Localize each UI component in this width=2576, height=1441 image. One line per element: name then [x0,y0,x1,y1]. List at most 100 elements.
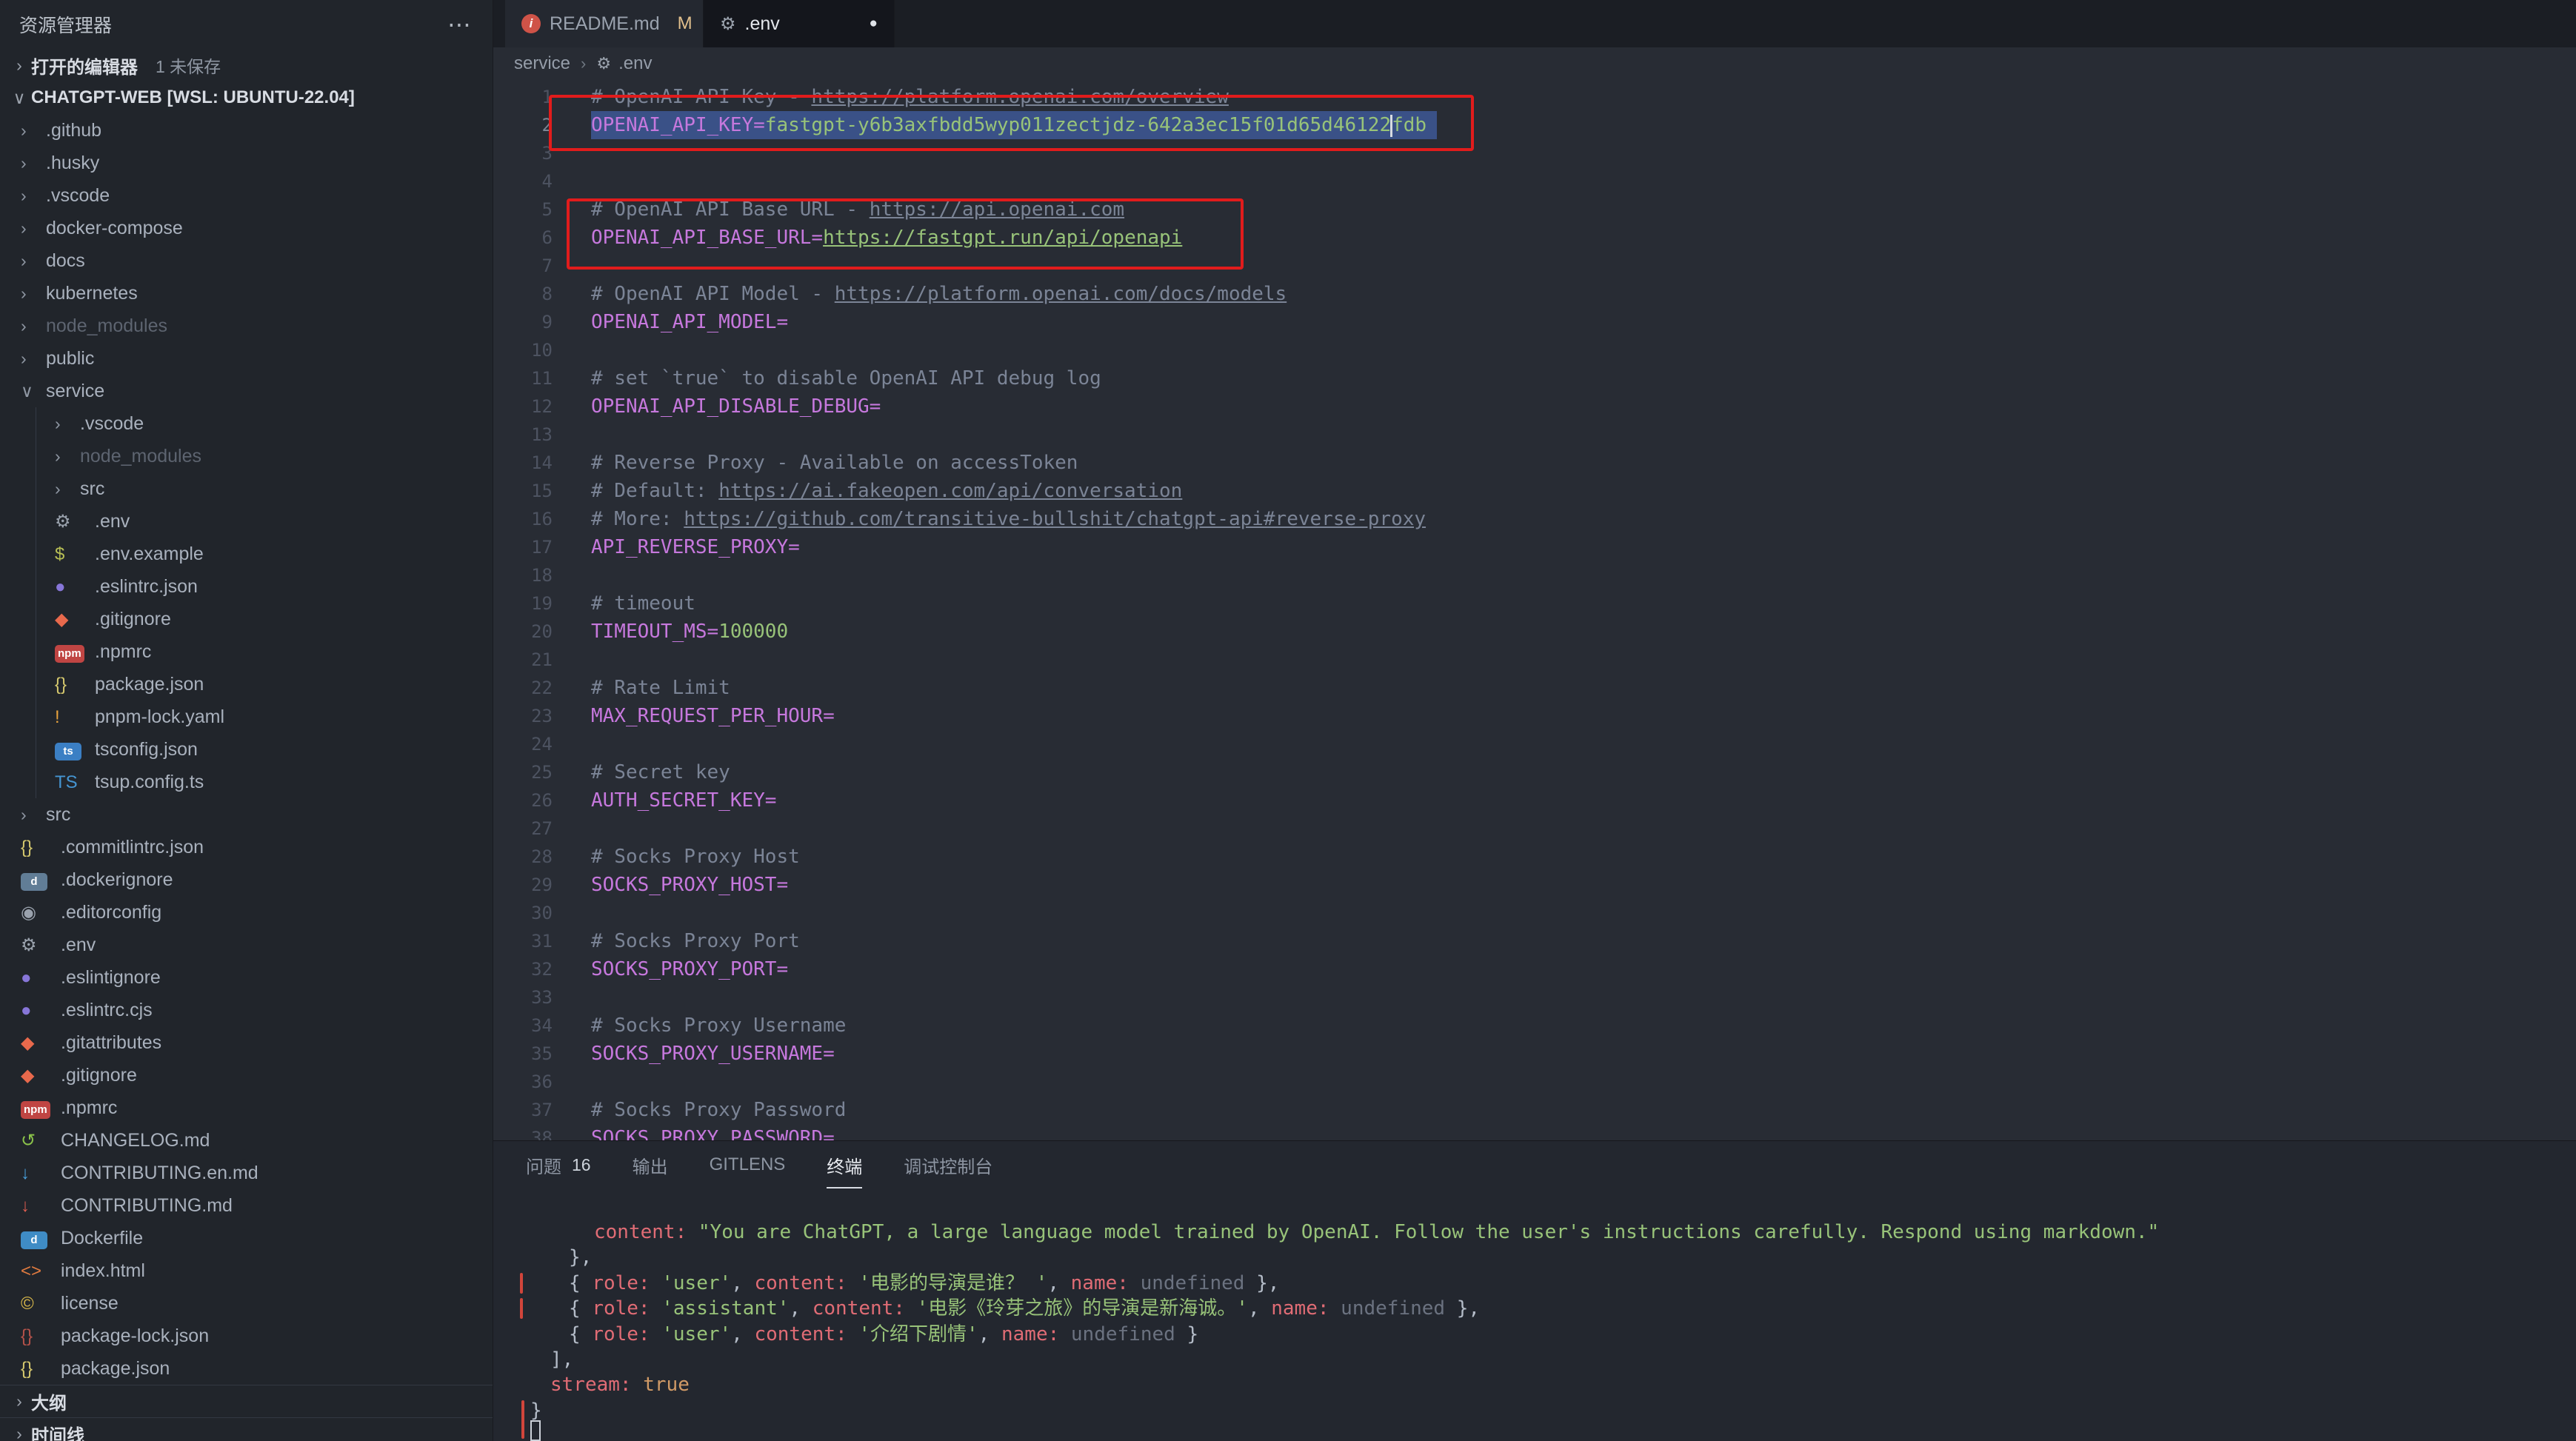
section-project-root[interactable]: ∨ CHATGPT-WEB [WSL: UBUNTU-22.04] [0,81,493,114]
tree-file-.gitignore[interactable]: ◆.gitignore [0,1059,493,1091]
npm-icon: npm [55,645,84,663]
tree-file-.commitlintrc.json[interactable]: {}.commitlintrc.json [0,831,493,863]
section-timeline[interactable]: ›时间线 [0,1417,493,1441]
tree-file-package.json[interactable]: {}package.json [0,1352,493,1385]
line-number: 23 [493,702,553,730]
section-open-editors[interactable]: › 打开的编辑器 1 未保存 [0,49,493,81]
terminal-line: } [530,1398,542,1423]
file-label: .husky [46,153,99,174]
tree-file-.eslintignore[interactable]: ●.eslintignore [0,961,493,994]
more-actions-icon[interactable]: ⋯ [447,10,473,39]
tree-file-CHANGELOG.md[interactable]: ↺CHANGELOG.md [0,1124,493,1157]
tree-folder-docs[interactable]: ›docs [0,244,493,277]
tree-folder-public[interactable]: ›public [0,342,493,375]
tree-file-CONTRIBUTING.md[interactable]: ↓CONTRIBUTING.md [0,1189,493,1222]
tree-file-index.html[interactable]: <>index.html [0,1254,493,1287]
breadcrumb-env[interactable]: .env [618,53,652,74]
panel-tab-problems[interactable]: 问题16 [526,1141,591,1188]
tab-env[interactable]: ⚙.env● [704,0,895,47]
panel-tab-terminal[interactable]: 终端 [827,1141,862,1188]
panel-tab-gitlens[interactable]: GITLENS [710,1141,786,1188]
file-label: .eslintignore [61,967,161,989]
line-number: 11 [493,364,553,392]
file-label: .eslintrc.json [95,576,198,598]
editor-line: 32SOCKS_PROXY_PORT= [493,955,2576,983]
terminal-line: { role: 'assistant', content: '电影《玲芽之旅》的… [569,1296,1480,1321]
tree-file-package-lock.json[interactable]: {}package-lock.json [0,1320,493,1352]
tree-file-package.json[interactable]: {}package.json [0,668,493,701]
tree-file-.eslintrc.json[interactable]: ●.eslintrc.json [0,570,493,603]
file-label: Dockerfile [61,1228,143,1249]
tree-file-.gitignore[interactable]: ◆.gitignore [0,603,493,635]
file-label: docker-compose [46,218,183,239]
tab-readme[interactable]: iREADME.mdM [505,0,704,47]
tree-folder-.github[interactable]: ›.github [0,114,493,147]
file-label: .gitattributes [61,1032,161,1054]
html-icon: <> [21,1261,41,1281]
editor-line: 14# Reverse Proxy - Available on accessT… [493,449,2576,477]
line-number: 17 [493,533,553,561]
chevron-right-icon: › [7,1424,31,1441]
panel-tab-debug-console[interactable]: 调试控制台 [904,1141,992,1188]
section-outline[interactable]: ›大纲 [0,1385,493,1417]
tree-folder-.vscode[interactable]: ›.vscode [0,407,493,440]
tree-folder-.husky[interactable]: ›.husky [0,147,493,179]
file-label: license [61,1293,119,1314]
tree-file-.npmrc[interactable]: npm.npmrc [0,635,493,668]
line-content: MAX_REQUEST_PER_HOUR= [591,702,835,730]
docker-icon: d [21,873,47,891]
problems-count-badge: 16 [572,1155,591,1175]
file-label: .vscode [80,413,144,435]
tree-folder-.vscode[interactable]: ›.vscode [0,179,493,212]
line-number: 22 [493,674,553,702]
chevron-right-icon: › [7,56,31,76]
panel-tab-bar: 问题16 输出 GITLENS 终端调试控制台 [526,1141,992,1188]
unsaved-dot-icon: ● [870,16,878,32]
tree-folder-src[interactable]: ›src [0,798,493,831]
tree-folder-src[interactable]: ›src [0,472,493,505]
tree-file-.env[interactable]: ⚙.env [0,929,493,961]
tree-file-CONTRIBUTING.en.md[interactable]: ↓CONTRIBUTING.en.md [0,1157,493,1189]
file-label: public [46,348,94,370]
editor-line: 2OPENAI_API_KEY=fastgpt-y6b3axfbdd5wyp01… [493,111,2576,139]
panel-tab-output[interactable]: 输出 [633,1141,668,1188]
json-icon: {} [21,837,33,857]
editor-line: 15# Default: https://ai.fakeopen.com/api… [493,477,2576,505]
editor-line: 28# Socks Proxy Host [493,843,2576,871]
dollar-icon: $ [55,544,64,564]
tree-file-.npmrc[interactable]: npm.npmrc [0,1091,493,1124]
tree-folder-docker-compose[interactable]: ›docker-compose [0,212,493,244]
tree-folder-node_modules[interactable]: ›node_modules [0,310,493,342]
tree-file-.env[interactable]: ⚙.env [0,505,493,538]
tsconfig-icon: ts [55,743,81,760]
tree-file-tsup.config.ts[interactable]: TStsup.config.ts [0,766,493,798]
line-number: 31 [493,927,553,955]
tree-file-.eslintrc.cjs[interactable]: ●.eslintrc.cjs [0,994,493,1026]
line-content: SOCKS_PROXY_HOST= [591,871,788,899]
tree-file-.editorconfig[interactable]: ◉.editorconfig [0,896,493,929]
terminal-line: }, [569,1245,592,1270]
chevron-right-icon: › [21,153,46,173]
line-number: 5 [493,195,553,224]
code-editor[interactable]: 1# OpenAI API Key - https://platform.ope… [493,80,2576,1140]
tree-file-.gitattributes[interactable]: ◆.gitattributes [0,1026,493,1059]
tree-file-Dockerfile[interactable]: dDockerfile [0,1222,493,1254]
tree-file-tsconfig.json[interactable]: tstsconfig.json [0,733,493,766]
chevron-right-icon: › [55,447,80,467]
breadcrumb-service[interactable]: service [514,53,570,74]
tree-file-license[interactable]: ©license [0,1287,493,1320]
tree-folder-service[interactable]: ∨service [0,375,493,407]
chevron-right-icon: › [21,349,46,369]
editor-line: 35SOCKS_PROXY_USERNAME= [493,1040,2576,1068]
line-number: 13 [493,421,553,449]
tree-file-.dockerignore[interactable]: d.dockerignore [0,863,493,896]
tree-file-pnpm-lock.yaml[interactable]: !pnpm-lock.yaml [0,701,493,733]
line-content: OPENAI_API_DISABLE_DEBUG= [591,392,881,421]
tree-file-.env.example[interactable]: $.env.example [0,538,493,570]
tree-folder-node_modules[interactable]: ›node_modules [0,440,493,472]
tree-folder-kubernetes[interactable]: ›kubernetes [0,277,493,310]
line-content: SOCKS_PROXY_PASSWORD= [591,1124,835,1140]
line-number: 21 [493,646,553,674]
editor-line: 5# OpenAI API Base URL - https://api.ope… [493,195,2576,224]
line-number: 37 [493,1096,553,1124]
